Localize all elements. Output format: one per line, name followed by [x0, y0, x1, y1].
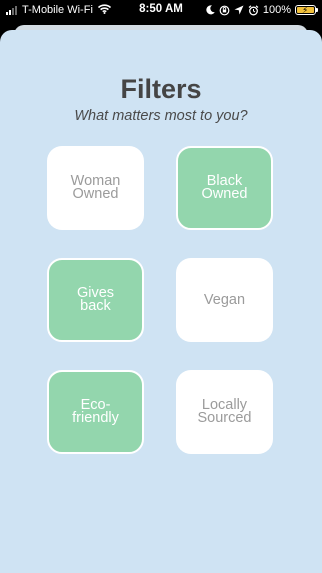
location-icon	[234, 5, 244, 15]
filter-label: Gives back	[76, 285, 115, 314]
filter-tile-black-owned[interactable]: Black Owned	[176, 146, 273, 230]
filter-label: Eco-friendly	[72, 397, 119, 426]
battery-icon: ⚡	[295, 5, 318, 15]
filters-sheet: Filters What matters most to you? Woman …	[0, 30, 322, 573]
filter-label: Vegan	[203, 291, 246, 308]
filter-tile-gives-back[interactable]: Gives back	[47, 258, 144, 342]
orientation-lock-icon	[219, 5, 230, 16]
status-right: 100% ⚡	[206, 3, 318, 17]
page-title: Filters	[120, 74, 202, 104]
filter-tile-locally-sourced[interactable]: Locally Sourced	[176, 370, 273, 454]
filter-label: Black Owned	[201, 173, 248, 202]
alarm-icon	[248, 4, 259, 16]
filter-tile-vegan[interactable]: Vegan	[176, 258, 273, 342]
status-bar: T-Mobile Wi-Fi 8:50 AM 100% ⚡	[0, 0, 322, 22]
filter-label: Woman Owned	[70, 173, 121, 202]
moon-icon	[206, 5, 215, 15]
battery-percent: 100%	[262, 4, 291, 16]
page-subtitle: What matters most to you?	[74, 108, 248, 124]
filter-tile-woman-owned[interactable]: Woman Owned	[47, 146, 144, 230]
filter-tile-eco-friendly[interactable]: Eco-friendly	[47, 370, 144, 454]
filter-label: Locally Sourced	[197, 397, 252, 426]
